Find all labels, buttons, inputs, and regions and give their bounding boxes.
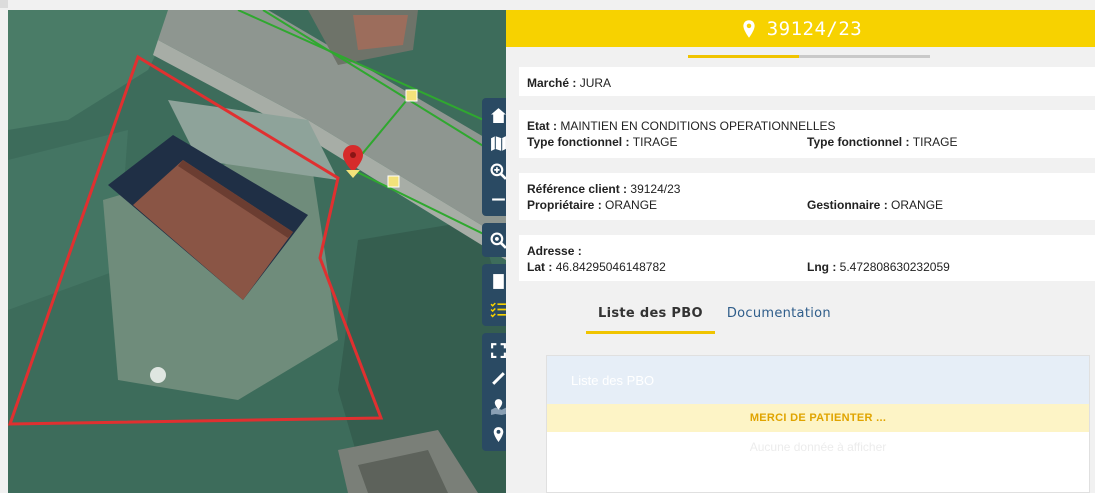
type-fonctionnel-value-2: TIRAGE: [912, 135, 958, 149]
pbo-list-header-text: Liste des PBO: [571, 372, 655, 388]
toolbar-group-sheets: [482, 264, 506, 326]
map-pin-layer-icon: [490, 398, 506, 415]
proprietaire-field: Propriétaire : ORANGE: [527, 197, 807, 213]
proprietaire-label: Propriétaire :: [527, 198, 602, 212]
junction-marker[interactable]: [405, 89, 418, 102]
pbo-list-header: Liste des PBO: [547, 356, 1089, 404]
etat-row: Etat : MAINTIEN EN CONDITIONS OPERATIONN…: [527, 118, 1087, 134]
app-root: 39124/23 Marché : JURA Etat : MAINTIEN E…: [0, 0, 1095, 493]
reference-client-label: Référence client :: [527, 182, 628, 196]
toolbar-group-navigation: [482, 98, 506, 216]
pbo-empty-row: Aucune donnée à afficher: [547, 432, 1089, 462]
type-fonctionnel-right: Type fonctionnel : TIRAGE: [807, 134, 957, 150]
zoom-in-button[interactable]: [482, 157, 506, 185]
lng-label: Lng :: [807, 260, 837, 274]
coords-row: Lat : 46.84295046148782 Lng : 5.47280863…: [527, 259, 1087, 275]
pbo-loading-bar: MERCI DE PATIENTER ...: [547, 404, 1089, 432]
reference-client-value: 39124/23: [630, 182, 681, 196]
type-fonctionnel-label: Type fonctionnel :: [527, 135, 630, 149]
zoom-search-icon: [490, 232, 506, 249]
map-toolbar: [482, 98, 506, 458]
object: [150, 367, 166, 383]
lat-field: Lat : 46.84295046148782: [527, 259, 807, 275]
tab-documentation[interactable]: Documentation: [715, 302, 843, 334]
marche-value: JURA: [579, 76, 612, 90]
fullscreen-icon: [490, 342, 506, 358]
location-button[interactable]: [482, 420, 506, 448]
type-fonctionnel-value: TIRAGE: [632, 135, 678, 149]
etat-label: Etat :: [527, 119, 557, 133]
pbo-list-box: Liste des PBO MERCI DE PATIENTER ... Auc…: [546, 355, 1090, 493]
type-fonctionnel-left: Type fonctionnel : TIRAGE: [527, 134, 807, 150]
satellite-map[interactable]: [8, 10, 506, 493]
roof-top: [353, 15, 408, 50]
lng-value: 5.472808630232059: [839, 260, 950, 274]
checklist-button[interactable]: [482, 295, 506, 323]
marche-row: Marché : JURA: [527, 75, 1087, 91]
proprietaire-value: ORANGE: [605, 198, 658, 212]
toolbar-group-zoom: [482, 223, 506, 257]
home-button[interactable]: [482, 101, 506, 129]
owner-row: Propriétaire : ORANGE Gestionnaire : ORA…: [527, 197, 1087, 213]
map-layers-icon: [490, 135, 506, 151]
page-corner: [0, 0, 8, 8]
ruler-button[interactable]: [482, 364, 506, 392]
zoom-in-icon: [490, 163, 506, 180]
fullscreen-button[interactable]: [482, 336, 506, 364]
card-reference: Référence client : 39124/23 Propriétaire…: [519, 173, 1095, 220]
map-scene: [8, 10, 506, 493]
lat-label: Lat :: [527, 260, 553, 274]
card-adresse: Adresse : Lat : 46.84295046148782 Lng : …: [519, 235, 1095, 281]
adresse-row: Adresse :: [527, 243, 1087, 259]
loading-progress-fill: [688, 55, 800, 58]
type-fonctionnel-label-2: Type fonctionnel :: [807, 135, 910, 149]
toolbar-group-tools: [482, 333, 506, 451]
gestionnaire-value: ORANGE: [891, 198, 944, 212]
marche-label: Marché :: [527, 76, 577, 90]
sheet-button[interactable]: [482, 267, 506, 295]
pbo-empty-message: Aucune donnée à afficher: [749, 440, 887, 454]
gestionnaire-label: Gestionnaire :: [807, 198, 888, 212]
location-pin-icon: [743, 19, 755, 38]
card-marche: Marché : JURA: [519, 67, 1095, 96]
card-etat: Etat : MAINTIEN EN CONDITIONS OPERATIONN…: [519, 110, 1095, 158]
map-pin-layer-button[interactable]: [482, 392, 506, 420]
location-icon: [493, 426, 503, 442]
type-fonctionnel-row: Type fonctionnel : TIRAGE Type fonctionn…: [527, 134, 1087, 150]
junction-marker[interactable]: [387, 175, 400, 188]
detail-panel: 39124/23 Marché : JURA Etat : MAINTIEN E…: [506, 10, 1095, 493]
ruler-icon: [491, 371, 505, 385]
loading-message: MERCI DE PATIENTER ...: [749, 412, 887, 424]
reference-row: Référence client : 39124/23: [527, 181, 1087, 197]
panel-title: 39124/23: [766, 17, 863, 40]
home-icon: [490, 107, 506, 123]
zoom-out-button[interactable]: [482, 185, 506, 213]
loading-progress-bar: [688, 55, 930, 58]
lat-value: 46.84295046148782: [555, 260, 666, 274]
adresse-label: Adresse :: [527, 244, 582, 258]
panel-tabs: Liste des PBO Documentation: [586, 302, 843, 334]
sheet-icon: [492, 273, 504, 289]
checklist-icon: [490, 302, 506, 317]
lng-field: Lng : 5.472808630232059: [807, 259, 950, 275]
etat-value: MAINTIEN EN CONDITIONS OPERATIONNELLES: [560, 119, 836, 133]
tab-liste-des-pbo[interactable]: Liste des PBO: [586, 302, 715, 334]
panel-header: 39124/23: [506, 10, 1095, 47]
zoom-out-icon: [491, 197, 505, 201]
gestionnaire-field: Gestionnaire : ORANGE: [807, 197, 943, 213]
map-layers-button[interactable]: [482, 129, 506, 157]
zoom-search-button[interactable]: [482, 226, 506, 254]
